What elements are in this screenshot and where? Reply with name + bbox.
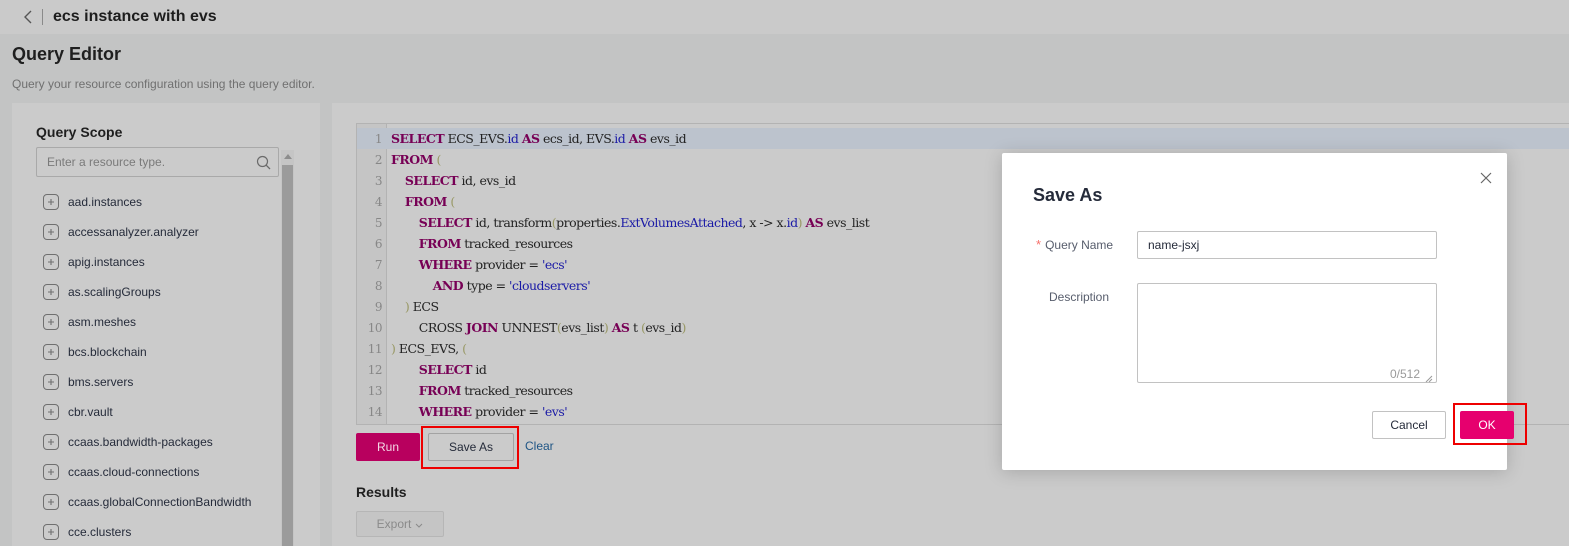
chevron-down-icon bbox=[415, 517, 423, 531]
resource-type-label: aad.instances bbox=[68, 195, 143, 209]
resource-type-label: accessanalyzer.analyzer bbox=[68, 225, 199, 239]
line-number: 7 bbox=[374, 257, 383, 272]
line-number: 1 bbox=[374, 131, 383, 146]
scope-list-scrollbar[interactable] bbox=[281, 150, 294, 546]
resource-type-item[interactable]: cbr.vault bbox=[43, 397, 273, 427]
page-title: Query Editor bbox=[12, 44, 122, 64]
description-char-counter: 0/512 bbox=[1390, 367, 1421, 381]
query-name-label: * Query Name bbox=[1036, 237, 1113, 252]
resource-type-label: ccaas.globalConnectionBandwidth bbox=[68, 495, 252, 509]
divider bbox=[42, 9, 43, 25]
resource-type-search[interactable] bbox=[36, 147, 279, 177]
resource-type-list: aad.instances accessanalyzer.analyzer ap… bbox=[43, 187, 273, 546]
code-text: AND type = 'cloudservers' bbox=[432, 278, 591, 293]
expand-plus-icon[interactable] bbox=[43, 344, 59, 360]
results-title: Results bbox=[356, 484, 407, 500]
close-icon[interactable] bbox=[1479, 171, 1493, 185]
line-number: 11 bbox=[367, 341, 383, 356]
resource-title: ecs instance with evs bbox=[53, 8, 217, 25]
query-scope-panel: Query Scope aad.instances accessanalyzer… bbox=[12, 103, 320, 546]
export-dropdown-button[interactable]: Export bbox=[356, 511, 444, 537]
resource-type-label: bcs.blockchain bbox=[68, 345, 147, 359]
code-line[interactable]: 1 SELECT ECS_EVS.id AS ecs_id, EVS.id AS … bbox=[357, 128, 1569, 149]
line-number: 3 bbox=[374, 173, 383, 188]
expand-plus-icon[interactable] bbox=[43, 314, 59, 330]
code-text: CROSS JOIN UNNEST(evs_list) AS t (evs_id… bbox=[391, 320, 687, 335]
resource-type-item[interactable]: asm.meshes bbox=[43, 307, 273, 337]
resource-type-label: asm.meshes bbox=[68, 315, 137, 329]
dialog-title: Save As bbox=[1033, 185, 1103, 205]
resource-type-item[interactable]: cce.clusters bbox=[43, 517, 273, 546]
line-number: 6 bbox=[374, 236, 383, 251]
code-text: SELECT id, evs_id bbox=[404, 173, 516, 188]
code-text: WHERE provider = 'evs' bbox=[418, 404, 568, 419]
save-as-dialog: Save As *Query Name Description 0/512 Ca… bbox=[1002, 153, 1514, 470]
cancel-button[interactable]: Cancel bbox=[1372, 411, 1446, 439]
query-name-input[interactable] bbox=[1137, 231, 1437, 259]
expand-plus-icon[interactable] bbox=[43, 194, 59, 210]
resource-type-item[interactable]: ccaas.cloud-connections bbox=[43, 457, 273, 487]
expand-plus-icon[interactable] bbox=[43, 404, 59, 420]
code-text: WHERE provider = 'ecs' bbox=[418, 257, 568, 272]
code-text: FROM tracked_resources bbox=[418, 236, 573, 251]
resource-type-item[interactable]: ccaas.bandwidth-packages bbox=[43, 427, 273, 457]
code-text: FROM ( bbox=[391, 152, 441, 167]
code-text: ) ECS_EVS, ( bbox=[391, 341, 467, 356]
description-label: Description bbox=[1049, 290, 1110, 304]
search-icon[interactable] bbox=[256, 155, 271, 170]
ok-button[interactable]: OK bbox=[1460, 411, 1514, 439]
resource-type-label: bms.servers bbox=[68, 375, 134, 389]
query-name-label-text: Query Name bbox=[1045, 238, 1114, 252]
resource-type-item[interactable]: accessanalyzer.analyzer bbox=[43, 217, 273, 247]
required-asterisk: * bbox=[1036, 237, 1042, 252]
resize-handle-icon[interactable] bbox=[1425, 370, 1433, 383]
resource-type-label: cbr.vault bbox=[68, 405, 113, 419]
resource-type-item[interactable]: bms.servers bbox=[43, 367, 273, 397]
scrollbar-thumb[interactable] bbox=[282, 165, 293, 546]
resource-type-item[interactable]: aad.instances bbox=[43, 187, 273, 217]
resource-type-search-input[interactable] bbox=[37, 148, 247, 176]
code-text: ) ECS bbox=[404, 299, 439, 314]
expand-plus-icon[interactable] bbox=[43, 374, 59, 390]
run-button[interactable]: Run bbox=[356, 433, 420, 461]
line-number: 13 bbox=[367, 383, 383, 398]
page-subtitle: Query your resource configuration using … bbox=[12, 77, 315, 91]
code-text: SELECT id, transform(properties.ExtVolum… bbox=[418, 215, 870, 230]
expand-plus-icon[interactable] bbox=[43, 494, 59, 510]
code-text: SELECT ECS_EVS.id AS ecs_id, EVS.id AS e… bbox=[391, 131, 687, 146]
line-number: 9 bbox=[374, 299, 383, 314]
expand-plus-icon[interactable] bbox=[43, 284, 59, 300]
expand-plus-icon[interactable] bbox=[43, 224, 59, 240]
resource-type-label: ccaas.cloud-connections bbox=[68, 465, 200, 479]
expand-plus-icon[interactable] bbox=[43, 464, 59, 480]
resource-type-item[interactable]: as.scalingGroups bbox=[43, 277, 273, 307]
code-text: FROM ( bbox=[404, 194, 455, 209]
line-number: 14 bbox=[367, 404, 383, 419]
line-number: 2 bbox=[374, 152, 383, 167]
resource-type-item[interactable]: bcs.blockchain bbox=[43, 337, 273, 367]
chevron-left-icon[interactable] bbox=[20, 8, 34, 26]
save-as-button[interactable]: Save As bbox=[428, 433, 514, 461]
expand-plus-icon[interactable] bbox=[43, 254, 59, 270]
export-label: Export bbox=[376, 517, 412, 531]
line-number: 12 bbox=[367, 362, 383, 377]
line-number: 8 bbox=[374, 278, 383, 293]
line-number: 10 bbox=[367, 320, 383, 335]
resource-type-label: cce.clusters bbox=[68, 525, 132, 539]
line-number: 4 bbox=[374, 194, 383, 209]
query-scope-title: Query Scope bbox=[36, 124, 123, 140]
expand-plus-icon[interactable] bbox=[43, 434, 59, 450]
resource-type-item[interactable]: ccaas.globalConnectionBandwidth bbox=[43, 487, 273, 517]
resource-type-label: as.scalingGroups bbox=[68, 285, 161, 299]
top-bar: ecs instance with evs bbox=[0, 0, 1569, 34]
resource-type-label: ccaas.bandwidth-packages bbox=[68, 435, 213, 449]
scroll-up-arrow-icon[interactable] bbox=[284, 154, 292, 159]
resource-type-item[interactable]: apig.instances bbox=[43, 247, 273, 277]
code-text: FROM tracked_resources bbox=[418, 383, 573, 398]
line-number: 5 bbox=[374, 215, 383, 230]
code-text: SELECT id bbox=[418, 362, 487, 377]
clear-link[interactable]: Clear bbox=[525, 439, 554, 453]
resource-type-label: apig.instances bbox=[68, 255, 145, 269]
expand-plus-icon[interactable] bbox=[43, 524, 59, 540]
